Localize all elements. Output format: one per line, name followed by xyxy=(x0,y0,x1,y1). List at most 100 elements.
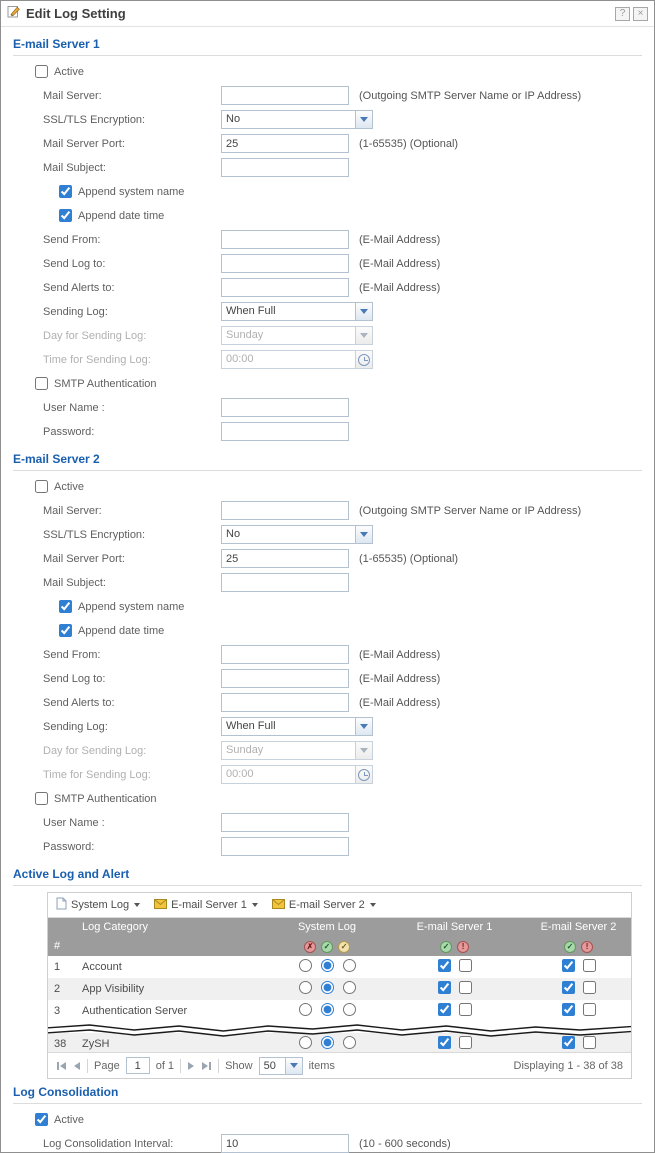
server1-sending-log-select[interactable]: When Full xyxy=(221,302,373,321)
server1-active-checkbox[interactable] xyxy=(35,65,48,78)
email1-log-checkbox[interactable] xyxy=(438,959,451,972)
server1-append-system-checkbox[interactable] xyxy=(59,185,72,198)
chevron-down-icon[interactable] xyxy=(355,111,372,128)
enable-log-icon[interactable]: ✓ xyxy=(440,941,452,953)
send-from-hint: (E-Mail Address) xyxy=(359,234,440,246)
server2-port-input[interactable] xyxy=(221,549,349,568)
alert-icon[interactable]: ! xyxy=(581,941,593,953)
email2-alert-checkbox[interactable] xyxy=(583,981,596,994)
server2-append-system-checkbox[interactable] xyxy=(59,600,72,613)
email1-alert-checkbox[interactable] xyxy=(459,959,472,972)
email2-checkboxes xyxy=(562,959,596,972)
last-page-button[interactable] xyxy=(201,1061,212,1071)
radio-disable[interactable] xyxy=(299,1003,312,1016)
server2-ssl-select[interactable]: No xyxy=(221,525,373,544)
chevron-down-icon[interactable] xyxy=(355,526,372,543)
server2-send-log-input[interactable] xyxy=(221,669,349,688)
smtp-auth-label: SMTP Authentication xyxy=(54,378,157,390)
email-server-2-menu-button[interactable]: E-mail Server 2 xyxy=(272,899,376,912)
server2-append-date-checkbox[interactable] xyxy=(59,624,72,637)
consolidation-active-checkbox[interactable] xyxy=(35,1113,48,1126)
chevron-down-icon[interactable] xyxy=(355,718,372,735)
consolidation-active-row[interactable]: Active xyxy=(35,1110,642,1129)
enable-log-alert-icon[interactable]: ✓ xyxy=(338,941,350,953)
enable-log-icon[interactable]: ✓ xyxy=(564,941,576,953)
radio-log[interactable] xyxy=(321,1003,334,1016)
radio-log-alert[interactable] xyxy=(343,959,356,972)
server1-send-alerts-input[interactable] xyxy=(221,278,349,297)
radio-log-alert[interactable] xyxy=(343,1003,356,1016)
server2-append-system-row[interactable]: Append system name xyxy=(59,597,642,616)
system-log-menu-button[interactable]: System Log xyxy=(56,897,140,913)
help-button[interactable]: ? xyxy=(615,7,630,21)
server2-send-from-input[interactable] xyxy=(221,645,349,664)
server1-append-date-checkbox[interactable] xyxy=(59,209,72,222)
server1-active-row[interactable]: Active xyxy=(35,62,642,81)
email1-alert-checkbox[interactable] xyxy=(459,981,472,994)
radio-log[interactable] xyxy=(321,981,334,994)
alert-icon[interactable]: ! xyxy=(457,941,469,953)
mail-icon xyxy=(154,899,167,912)
radio-log[interactable] xyxy=(321,959,334,972)
email1-alert-checkbox[interactable] xyxy=(459,1003,472,1016)
page-size-select[interactable]: 50 xyxy=(259,1057,303,1075)
email2-log-checkbox[interactable] xyxy=(562,959,575,972)
disable-all-icon[interactable]: ✗ xyxy=(304,941,316,953)
password-label: Password: xyxy=(43,426,221,438)
server1-smtp-auth-checkbox[interactable] xyxy=(35,377,48,390)
email2-alert-checkbox[interactable] xyxy=(583,1003,596,1016)
radio-disable[interactable] xyxy=(299,981,312,994)
first-page-icon xyxy=(60,1062,66,1070)
page-number-input[interactable] xyxy=(126,1057,150,1074)
server2-username-input[interactable] xyxy=(221,813,349,832)
server2-subject-input[interactable] xyxy=(221,573,349,592)
server1-send-alerts-row: Send Alerts to: (E-Mail Address) xyxy=(43,278,642,297)
enable-log-icon[interactable]: ✓ xyxy=(321,941,333,953)
append-system-label: Append system name xyxy=(78,601,184,613)
server2-smtp-auth-checkbox[interactable] xyxy=(35,792,48,805)
torn-paper-divider xyxy=(48,1023,631,1039)
radio-log-alert[interactable] xyxy=(343,981,356,994)
server1-ssl-row: SSL/TLS Encryption: No xyxy=(43,110,642,129)
email1-log-checkbox[interactable] xyxy=(438,1003,451,1016)
server1-append-date-row[interactable]: Append date time xyxy=(59,206,642,225)
server2-send-alerts-input[interactable] xyxy=(221,693,349,712)
server2-sending-log-select[interactable]: When Full xyxy=(221,717,373,736)
server2-active-row[interactable]: Active xyxy=(35,477,642,496)
server1-port-input[interactable] xyxy=(221,134,349,153)
server1-append-system-row[interactable]: Append system name xyxy=(59,182,642,201)
server2-smtp-auth-row[interactable]: SMTP Authentication xyxy=(35,789,642,808)
server1-sending-log-row: Sending Log: When Full xyxy=(43,302,642,321)
first-page-button[interactable] xyxy=(56,1061,67,1071)
email2-log-checkbox[interactable] xyxy=(562,1003,575,1016)
next-page-button[interactable] xyxy=(187,1061,195,1071)
server2-active-checkbox[interactable] xyxy=(35,480,48,493)
items-label: items xyxy=(309,1060,335,1072)
server1-send-from-input[interactable] xyxy=(221,230,349,249)
server2-password-input[interactable] xyxy=(221,837,349,856)
row-category: ZySH xyxy=(76,1038,262,1050)
radio-disable[interactable] xyxy=(299,959,312,972)
close-icon[interactable]: × xyxy=(633,7,648,21)
chevron-down-icon[interactable] xyxy=(355,303,372,320)
server1-mail-server-input[interactable] xyxy=(221,86,349,105)
email-server-1-menu-button[interactable]: E-mail Server 1 xyxy=(154,899,258,912)
email1-log-checkbox[interactable] xyxy=(438,981,451,994)
row-category: App Visibility xyxy=(76,983,262,995)
edit-pencil-icon xyxy=(7,4,21,23)
email2-alert-checkbox[interactable] xyxy=(583,959,596,972)
prev-page-button[interactable] xyxy=(73,1061,81,1071)
server2-append-date-row[interactable]: Append date time xyxy=(59,621,642,640)
server1-username-input[interactable] xyxy=(221,398,349,417)
ssl-value: No xyxy=(222,526,355,543)
server2-mail-server-input[interactable] xyxy=(221,501,349,520)
server2-username-row: User Name : xyxy=(43,813,642,832)
server1-smtp-auth-row[interactable]: SMTP Authentication xyxy=(35,374,642,393)
server1-subject-input[interactable] xyxy=(221,158,349,177)
consolidation-interval-input[interactable] xyxy=(221,1134,349,1153)
email2-log-checkbox[interactable] xyxy=(562,981,575,994)
server1-ssl-select[interactable]: No xyxy=(221,110,373,129)
server1-send-log-input[interactable] xyxy=(221,254,349,273)
server1-password-input[interactable] xyxy=(221,422,349,441)
chevron-down-icon[interactable] xyxy=(285,1058,302,1074)
